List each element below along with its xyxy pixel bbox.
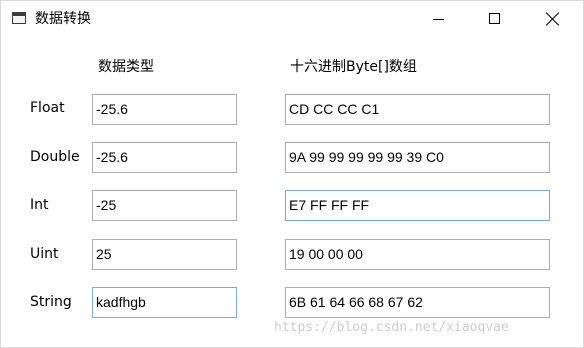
window-title: 数据转换 xyxy=(35,11,91,27)
hex-bytes-header: 十六进制Byte[]数组 xyxy=(290,59,417,75)
float-bytes-input[interactable]: CD CC CC C1 xyxy=(285,94,550,125)
watermark: https://blog.csdn.net/xiaoqvae xyxy=(274,320,509,335)
string-label: String xyxy=(30,294,72,310)
int-bytes-input[interactable]: E7 FF FF FF xyxy=(285,190,550,221)
float-label: Float xyxy=(30,100,65,116)
close-button[interactable] xyxy=(530,1,576,37)
string-bytes-input[interactable]: 6B 61 64 66 68 67 62 xyxy=(285,287,550,318)
double-bytes-input[interactable]: 9A 99 99 99 99 99 39 C0 xyxy=(285,142,550,173)
double-label: Double xyxy=(30,149,80,165)
string-value-input[interactable]: kadfhgb xyxy=(92,287,237,318)
uint-label: Uint xyxy=(30,246,59,262)
uint-value-input[interactable]: 25 xyxy=(92,239,237,270)
maximize-icon xyxy=(489,13,500,24)
float-value-input[interactable]: -25.6 xyxy=(92,94,237,125)
data-type-header: 数据类型 xyxy=(98,59,154,75)
app-window: 数据转换 数据类型 十六进制Byte[]数组 Float -25.6 CD CC… xyxy=(0,0,584,348)
minimize-icon xyxy=(433,19,444,20)
int-value-input[interactable]: -25 xyxy=(92,190,237,221)
title-bar[interactable]: 数据转换 xyxy=(1,1,583,37)
maximize-button[interactable] xyxy=(471,1,517,37)
minimize-button[interactable] xyxy=(415,1,461,37)
close-icon xyxy=(546,12,560,26)
uint-bytes-input[interactable]: 19 00 00 00 xyxy=(285,239,550,270)
double-value-input[interactable]: -25.6 xyxy=(92,142,237,173)
int-label: Int xyxy=(30,197,49,213)
app-window-icon xyxy=(12,12,26,24)
